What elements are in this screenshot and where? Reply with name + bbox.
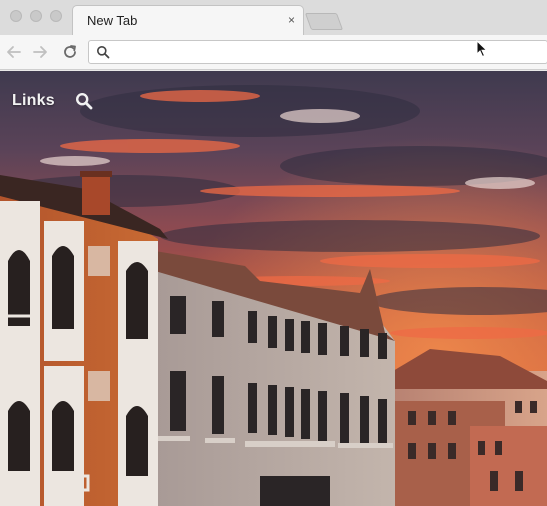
tab-title: New Tab [87, 13, 138, 28]
links-link[interactable]: Links [12, 92, 55, 110]
new-tab-button[interactable] [304, 13, 344, 30]
address-input[interactable] [115, 43, 535, 61]
close-window-button[interactable] [10, 10, 22, 22]
tab-new-tab[interactable]: New Tab × [72, 5, 304, 36]
browser-window: New Tab × Links [0, 0, 547, 506]
tab-strip: New Tab × [0, 0, 547, 36]
search-icon [97, 46, 110, 59]
mouse-cursor-icon [476, 40, 488, 58]
reload-icon[interactable] [60, 42, 80, 62]
zoom-window-button[interactable] [50, 10, 62, 22]
search-icon[interactable] [75, 92, 93, 110]
new-tab-page: Links [0, 71, 547, 506]
browser-toolbar [0, 35, 547, 70]
back-arrow-icon[interactable] [4, 42, 24, 62]
close-tab-icon[interactable]: × [288, 13, 295, 27]
forward-arrow-icon[interactable] [30, 42, 50, 62]
minimize-window-button[interactable] [30, 10, 42, 22]
background-photo [0, 71, 547, 506]
